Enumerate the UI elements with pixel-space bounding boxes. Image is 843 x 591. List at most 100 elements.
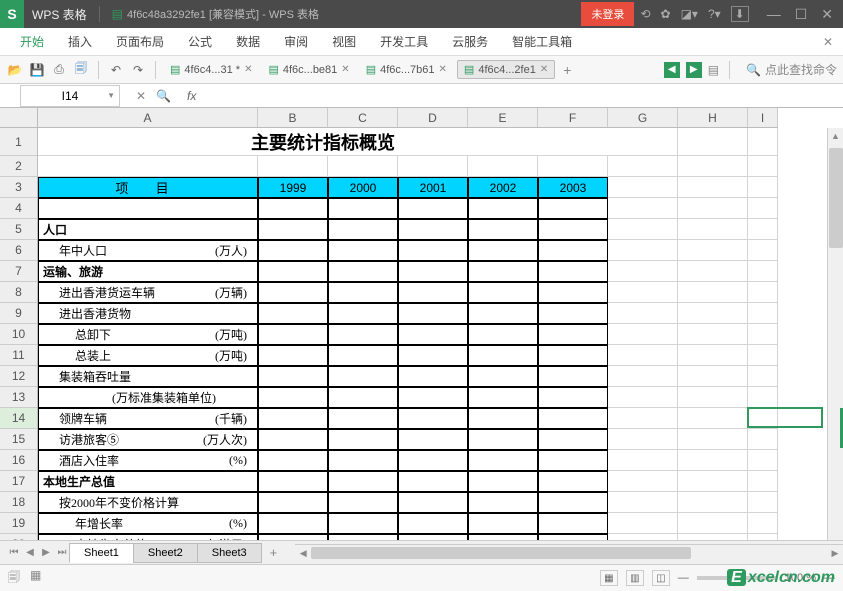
col-header-I[interactable]: I	[748, 108, 778, 127]
row-header-7[interactable]: 7	[0, 261, 37, 282]
cell[interactable]	[258, 366, 328, 387]
cell[interactable]	[328, 282, 398, 303]
cell[interactable]: 总卸下(万吨)	[38, 324, 258, 345]
sheet-nav-prev[interactable]: ◀	[22, 544, 38, 562]
row-header-14[interactable]: 14	[0, 408, 37, 429]
cell[interactable]	[678, 450, 748, 471]
cell[interactable]	[468, 282, 538, 303]
horizontal-scrollbar[interactable]	[311, 545, 827, 562]
cell[interactable]	[608, 324, 678, 345]
col-header-G[interactable]: G	[608, 108, 678, 127]
row-header-12[interactable]: 12	[0, 366, 37, 387]
view-break-button[interactable]: ◫	[652, 570, 670, 586]
close-icon[interactable]: ✕	[244, 64, 252, 75]
cell[interactable]	[398, 156, 468, 177]
sheet-nav-last[interactable]: ⏭	[54, 544, 70, 562]
status-grid-icon[interactable]: ▦	[30, 568, 41, 589]
cell[interactable]	[538, 387, 608, 408]
cell[interactable]	[608, 219, 678, 240]
cell[interactable]	[258, 450, 328, 471]
cell[interactable]	[328, 471, 398, 492]
row-header-13[interactable]: 13	[0, 387, 37, 408]
cell[interactable]	[678, 429, 748, 450]
cell[interactable]	[748, 219, 778, 240]
cell[interactable]	[328, 345, 398, 366]
doc-tab-4[interactable]: ▤4f6c4...2fe1✕	[457, 60, 555, 79]
cell[interactable]	[538, 303, 608, 324]
status-doc-icon[interactable]: 🗐	[8, 568, 20, 589]
cell[interactable]	[258, 240, 328, 261]
close-button[interactable]: ✕	[821, 6, 833, 23]
cell[interactable]	[398, 492, 468, 513]
col-header-D[interactable]: D	[398, 108, 468, 127]
cell[interactable]	[678, 156, 748, 177]
cell[interactable]	[398, 324, 468, 345]
cell[interactable]	[678, 387, 748, 408]
cell[interactable]	[468, 429, 538, 450]
cell[interactable]: 2002	[468, 177, 538, 198]
grid-body[interactable]: 主要统计指标概览项 目19992000200120022003人口年中人口(万人…	[38, 128, 778, 564]
cell[interactable]	[468, 366, 538, 387]
cell[interactable]	[608, 345, 678, 366]
cell[interactable]	[328, 261, 398, 282]
menu-data[interactable]: 数据	[224, 27, 272, 56]
chevron-down-icon[interactable]: ▼	[107, 91, 115, 100]
sheet-tab-1[interactable]: Sheet1	[69, 543, 134, 563]
row-header-1[interactable]: 1	[0, 128, 37, 156]
menu-formula[interactable]: 公式	[176, 27, 224, 56]
cell[interactable]	[398, 261, 468, 282]
skin-icon[interactable]: ◪▾	[681, 7, 698, 21]
cell[interactable]	[258, 324, 328, 345]
menu-view[interactable]: 视图	[320, 27, 368, 56]
cell[interactable]	[328, 156, 398, 177]
cell[interactable]	[748, 429, 778, 450]
cell[interactable]	[398, 429, 468, 450]
cell[interactable]	[468, 513, 538, 534]
cell[interactable]: 年增长率(%)	[38, 513, 258, 534]
cell[interactable]	[538, 492, 608, 513]
doc-tab-3[interactable]: ▤4f6c...7b61✕	[360, 61, 453, 78]
scroll-up-icon[interactable]: ▲	[828, 128, 843, 144]
row-header-8[interactable]: 8	[0, 282, 37, 303]
redo-icon[interactable]: ↷	[129, 61, 147, 79]
cell[interactable]	[538, 156, 608, 177]
cell[interactable]	[748, 177, 778, 198]
cell[interactable]: 访港旅客⑤(万人次)	[38, 429, 258, 450]
cell[interactable]	[608, 366, 678, 387]
cell[interactable]	[538, 240, 608, 261]
cell[interactable]	[608, 156, 678, 177]
row-header-15[interactable]: 15	[0, 429, 37, 450]
formula-input[interactable]	[202, 85, 843, 107]
cell[interactable]	[398, 471, 468, 492]
fx-label[interactable]: fx	[181, 89, 202, 103]
cell[interactable]	[538, 261, 608, 282]
open-icon[interactable]: 📂	[6, 61, 24, 79]
doc-tab-2[interactable]: ▤4f6c...be81✕	[262, 61, 355, 78]
cell[interactable]	[398, 282, 468, 303]
cell[interactable]	[608, 177, 678, 198]
cell[interactable]	[258, 513, 328, 534]
cell[interactable]: 人口	[38, 219, 258, 240]
cell[interactable]	[398, 219, 468, 240]
cell[interactable]	[538, 324, 608, 345]
cell[interactable]	[608, 471, 678, 492]
cell[interactable]	[748, 408, 778, 429]
login-button[interactable]: 未登录	[581, 2, 634, 26]
cell[interactable]	[748, 366, 778, 387]
cell[interactable]	[538, 366, 608, 387]
row-header-17[interactable]: 17	[0, 471, 37, 492]
cell[interactable]	[328, 366, 398, 387]
cell[interactable]	[468, 240, 538, 261]
cell[interactable]	[678, 198, 748, 219]
cell[interactable]: 项 目	[38, 177, 258, 198]
cell[interactable]	[258, 408, 328, 429]
menu-dev[interactable]: 开发工具	[368, 27, 440, 56]
cell[interactable]	[538, 471, 608, 492]
cell[interactable]	[468, 198, 538, 219]
undo-icon[interactable]: ↶	[107, 61, 125, 79]
sheet-tab-2[interactable]: Sheet2	[133, 543, 198, 563]
cell[interactable]	[748, 471, 778, 492]
cell[interactable]	[538, 408, 608, 429]
cell[interactable]: 本地生产总值	[38, 471, 258, 492]
select-all-corner[interactable]	[0, 108, 38, 128]
